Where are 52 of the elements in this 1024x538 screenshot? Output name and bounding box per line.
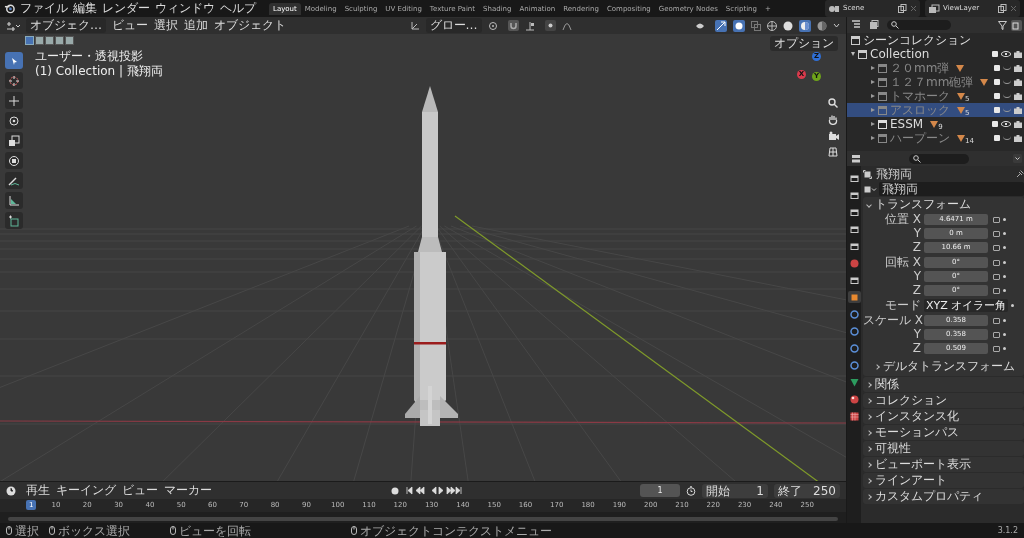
menu-item[interactable]: オブジェクト (214, 18, 286, 33)
orientation-dropdown[interactable]: グロー… (425, 18, 482, 33)
mode-dropdown[interactable]: XYZ オイラー角 (924, 299, 1009, 312)
menu-item[interactable]: 選択 (154, 18, 178, 33)
tree-item-label: ハープーン (890, 131, 950, 145)
tree-item-label: トマホーク (890, 89, 950, 103)
field-label: 回転 X (883, 256, 921, 269)
field-label: モード (884, 299, 921, 312)
name-field[interactable]: 飛翔両 (879, 182, 1024, 196)
menu-item[interactable]: 編集 (73, 1, 97, 16)
menu-item[interactable]: ビュー (122, 483, 158, 498)
menu-item[interactable]: 追加 (184, 18, 208, 33)
view-name-label: ユーザー・透視投影 (35, 49, 144, 64)
tree-item-label: １２７mm砲弾 (890, 75, 974, 89)
shortcut-hint: ビューを回転 (179, 523, 251, 538)
tree-item-label[interactable]: シーンコレクション (863, 33, 971, 47)
field-label: スケール X (863, 314, 921, 327)
field-label: Z (911, 284, 921, 297)
shortcut-hint: オブジェクトコンテクストメニュー (360, 523, 552, 538)
outliner-row[interactable]: １２７mm砲弾 (847, 75, 1024, 89)
tree-item-label: アスロック (890, 103, 950, 117)
field-label: 位置 X (883, 213, 921, 226)
menu-item[interactable]: ウィンドウ (155, 1, 215, 16)
context-label: (1) Collection | 飛翔両 (35, 64, 163, 79)
menu-item[interactable]: キーイング (56, 483, 116, 498)
field-label: Z (911, 342, 921, 355)
field-label: Y (912, 270, 921, 283)
menu-item[interactable]: ヘルプ (220, 1, 256, 16)
panel-title[interactable]: トランスフォーム (875, 197, 971, 212)
subpanel-title[interactable]: デルタトランスフォーム (883, 359, 1015, 374)
menu-item[interactable]: ビュー (112, 18, 148, 33)
version-label: 3.1.2 (997, 526, 1018, 535)
panel-title[interactable]: 関係 (875, 377, 899, 392)
menu-item[interactable]: レンダー (102, 1, 150, 16)
mode-dropdown[interactable]: オブジェク… (26, 18, 106, 33)
shortcut-hint: ボックス選択 (58, 523, 130, 538)
menu-item[interactable]: 再生 (26, 483, 50, 498)
field-label: Z (911, 241, 921, 254)
current-frame-field[interactable]: 1 (640, 484, 680, 497)
tree-item-label[interactable]: Collection (870, 47, 930, 61)
menu-item[interactable]: マーカー (164, 483, 212, 498)
menu-item[interactable]: ファイル (20, 1, 68, 16)
object-title: 飛翔両 (876, 167, 912, 181)
field-label: Y (912, 227, 921, 240)
start-frame-field[interactable]: 開始 1 (702, 483, 768, 498)
outliner-row[interactable]: ２０mm弾 (847, 61, 1024, 75)
tree-item-label: ２０mm弾 (890, 61, 950, 75)
tree-item-label: ESSM (890, 117, 924, 131)
options-dropdown[interactable]: オプション (770, 36, 838, 51)
shortcut-hint: 選択 (15, 523, 39, 538)
end-frame-field[interactable]: 終了 250 (774, 483, 840, 498)
field-label: Y (912, 328, 921, 341)
